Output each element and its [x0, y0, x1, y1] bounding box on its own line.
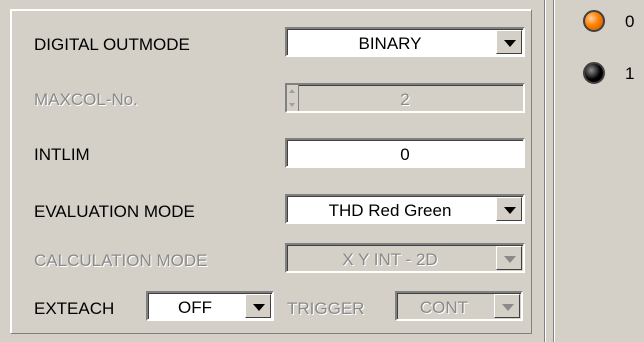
exteach-label: EXTEACH — [34, 299, 115, 318]
maxcol-spinbox: 2 — [285, 83, 525, 113]
intlim-value: 0 — [400, 145, 410, 164]
digital-outmode-label: DIGITAL OUTMODE — [34, 35, 190, 54]
maxcol-label: MAXCOL-No. — [34, 90, 138, 109]
chevron-down-icon[interactable] — [496, 197, 522, 221]
evaluation-mode-value: THD Red Green — [328, 201, 452, 220]
divider — [545, 0, 546, 342]
trigger-label: TRIGGER — [287, 299, 365, 318]
digital-outmode-select[interactable]: BINARY — [285, 27, 525, 57]
chevron-down-icon[interactable] — [245, 294, 271, 318]
chevron-down-icon — [496, 246, 522, 270]
calculation-mode-select: X Y INT - 2D — [285, 243, 525, 273]
output-1-led-icon — [583, 62, 605, 84]
calculation-mode-label: CALCULATION MODE — [34, 251, 208, 270]
output-1-label: 1 — [625, 64, 635, 83]
maxcol-value: 2 — [400, 90, 410, 109]
evaluation-mode-select[interactable]: THD Red Green — [285, 194, 525, 224]
trigger-value: CONT — [419, 298, 469, 317]
intlim-label: INTLIM — [34, 145, 90, 164]
calculation-mode-value: X Y INT - 2D — [342, 250, 438, 269]
evaluation-mode-label: EVALUATION MODE — [34, 202, 195, 221]
settings-panel — [10, 9, 532, 334]
output-0-label: 0 — [625, 12, 635, 31]
output-0-led-icon — [583, 10, 605, 32]
chevron-down-icon[interactable] — [496, 30, 522, 54]
exteach-value: OFF — [178, 298, 212, 317]
trigger-select: CONT — [395, 291, 523, 321]
chevron-down-icon — [494, 294, 520, 318]
digital-outmode-value: BINARY — [358, 34, 422, 53]
intlim-input[interactable]: 0 — [285, 138, 525, 168]
divider — [554, 0, 555, 342]
exteach-select[interactable]: OFF — [146, 291, 274, 321]
